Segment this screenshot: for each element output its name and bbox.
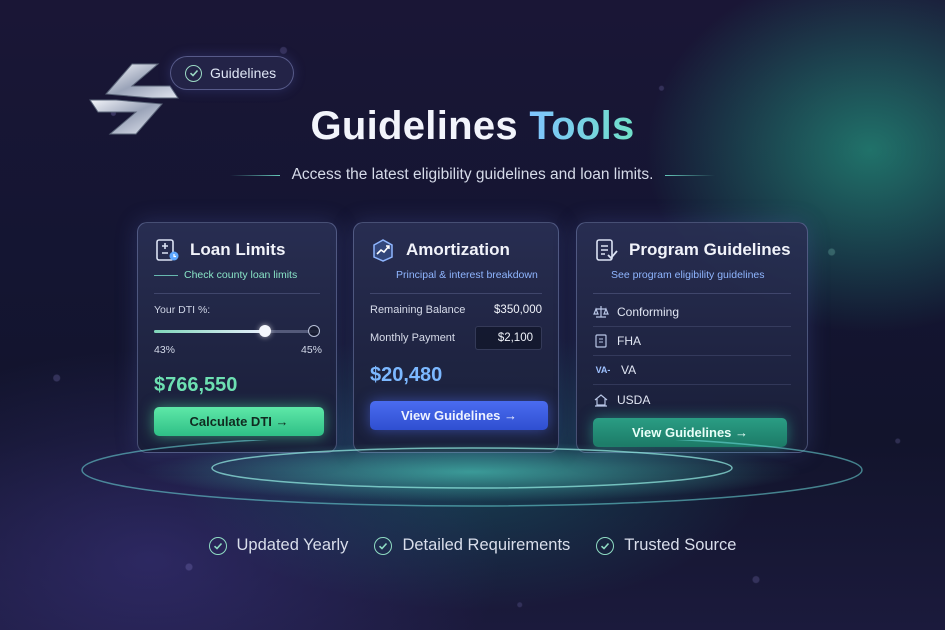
row-label: Monthly Payment	[370, 332, 455, 344]
card-header: Amortization	[370, 237, 542, 263]
check-circle-icon	[185, 64, 202, 82]
subtitle-divider-left	[229, 174, 280, 176]
dti-slider[interactable]	[154, 324, 320, 338]
loan-limit-amount: $766,550	[154, 374, 238, 396]
amortization-card: Amortization Principal & interest breakd…	[353, 222, 559, 453]
feature-item: Updated Yearly	[208, 536, 349, 555]
program-item-usda[interactable]: USDA	[593, 385, 791, 414]
monthly-payment-field[interactable]: $2,100	[474, 326, 542, 350]
card-subtitle: See program eligibility guidelines	[611, 269, 765, 281]
divider	[593, 293, 791, 294]
check-circle-icon	[374, 536, 393, 555]
program-list: Conforming FHA VA- VA USDA	[593, 298, 791, 414]
title-accent: Tools	[529, 104, 635, 148]
house-icon	[593, 392, 609, 408]
feature-item: Trusted Source	[596, 536, 736, 555]
checklist-doc-icon	[596, 239, 618, 261]
subtitle-line	[154, 274, 178, 276]
program-item-conforming[interactable]: Conforming	[593, 298, 791, 327]
program-label: VA	[621, 363, 637, 377]
amortization-amount: $20,480	[370, 364, 443, 386]
slider-fill	[154, 330, 265, 333]
row-label: Remaining Balance	[370, 304, 466, 316]
view-guidelines-button[interactable]: View Guidelines →	[370, 401, 548, 430]
document-icon	[593, 333, 609, 349]
calculate-dti-button[interactable]: Calculate DTI →	[154, 407, 324, 436]
program-label: Conforming	[617, 305, 680, 319]
row-value: $350,000	[494, 304, 542, 316]
feature-list: Updated Yearly Detailed Requirements Tru…	[0, 536, 945, 555]
slider-thumb[interactable]	[258, 325, 271, 337]
slider-end-handle	[308, 325, 320, 337]
card-title: Loan Limits	[190, 240, 286, 259]
subtitle-row: Access the latest eligibility guidelines…	[0, 166, 945, 184]
card-title: Program Guidelines	[629, 240, 791, 259]
divider	[370, 293, 542, 294]
page-subtitle: Access the latest eligibility guidelines…	[291, 166, 654, 183]
card-subtitle: Principal & interest breakdown	[396, 269, 538, 281]
divider	[154, 293, 320, 294]
slider-range-labels: 43% 45%	[154, 344, 322, 356]
check-circle-icon	[208, 536, 227, 555]
feature-label: Updated Yearly	[236, 536, 349, 554]
program-label: FHA	[617, 334, 641, 348]
loan-limits-card: Loan Limits Check county loan limits You…	[137, 222, 337, 453]
program-item-va[interactable]: VA- VA	[593, 356, 791, 385]
slider-min-label: 43%	[154, 344, 176, 356]
feature-item: Detailed Requirements	[374, 536, 570, 555]
program-guidelines-card: Program Guidelines See program eligibili…	[576, 222, 808, 453]
card-title: Amortization	[406, 240, 510, 259]
check-circle-icon	[596, 536, 615, 555]
badge-label: Guidelines	[210, 65, 277, 81]
title-main: Guidelines	[310, 104, 518, 148]
calculator-doc-icon	[156, 239, 179, 261]
page: Guidelines Guidelines Tools Access the l…	[0, 0, 945, 630]
dti-label: Your DTI %:	[154, 304, 211, 316]
program-label: USDA	[617, 392, 651, 407]
guidelines-badge: Guidelines	[170, 56, 294, 90]
slider-max-label: 45%	[300, 344, 322, 356]
card-subtitle-row: Principal & interest breakdown	[370, 269, 542, 281]
feature-label: Trusted Source	[624, 536, 737, 554]
feature-label: Detailed Requirements	[402, 536, 571, 554]
card-header: Loan Limits	[154, 237, 320, 263]
card-subtitle: Check county loan limits	[184, 269, 298, 281]
remaining-balance-row: Remaining Balance $350,000	[370, 304, 542, 316]
card-header: Program Guidelines	[593, 237, 791, 263]
subtitle-divider-right	[665, 174, 716, 176]
program-item-fha[interactable]: FHA	[593, 327, 791, 356]
chart-box-icon	[373, 239, 393, 262]
monthly-payment-row: Monthly Payment $2,100	[370, 326, 542, 350]
va-logo-icon: VA-	[595, 365, 611, 375]
page-title: Guidelines Tools	[0, 104, 945, 149]
card-subtitle-row: See program eligibility guidelines	[593, 269, 791, 281]
card-subtitle-row: Check county loan limits	[154, 269, 320, 281]
scale-icon	[593, 304, 609, 320]
view-guidelines-button[interactable]: View Guidelines →	[593, 418, 787, 447]
